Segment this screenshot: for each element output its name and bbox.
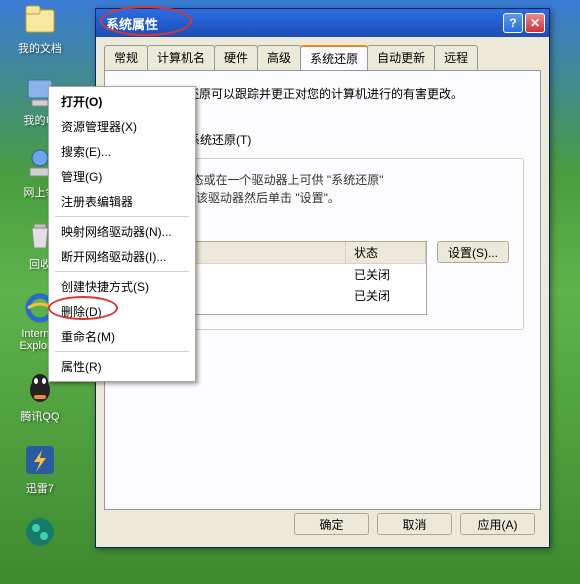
ctx-shortcut[interactable]: 创建快捷方式(S)	[51, 274, 193, 299]
tab-remote[interactable]: 远程	[434, 45, 478, 70]
ctx-explorer[interactable]: 资源管理器(X)	[51, 114, 193, 139]
ctx-open[interactable]: 打开(O)	[51, 89, 193, 114]
ctx-map-drive[interactable]: 映射网络驱动器(N)...	[51, 219, 193, 244]
ctx-search[interactable]: 搜索(E)...	[51, 139, 193, 164]
apply-button[interactable]: 应用(A)	[460, 513, 535, 535]
my-documents-icon[interactable]: 我的文档	[10, 2, 70, 56]
dialog-buttons: 确定 取消 应用(A)	[294, 513, 535, 535]
titlebar[interactable]: 系统属性 ? ✕	[96, 9, 549, 37]
ctx-delete[interactable]: 删除(D)	[51, 299, 193, 324]
drive-settings-button[interactable]: 设置(S)...	[437, 241, 509, 263]
tab-system-restore[interactable]: 系统还原	[300, 45, 368, 70]
ok-button[interactable]: 确定	[294, 513, 369, 535]
media-icon[interactable]	[10, 514, 70, 552]
ctx-disconnect-drive[interactable]: 断开网络驱动器(I)...	[51, 244, 193, 269]
tab-auto-update[interactable]: 自动更新	[367, 45, 435, 70]
tab-bar: 常规 计算机名 硬件 高级 系统还原 自动更新 远程	[104, 45, 541, 70]
cancel-button[interactable]: 取消	[377, 513, 452, 535]
ctx-properties[interactable]: 属性(R)	[51, 354, 193, 379]
col-status-header[interactable]: 状态	[346, 242, 426, 263]
window-title: 系统属性	[106, 14, 158, 33]
tab-hardware[interactable]: 硬件	[214, 45, 258, 70]
ctx-regedit[interactable]: 注册表编辑器	[51, 189, 193, 214]
ctx-sep	[55, 351, 189, 352]
tab-advanced[interactable]: 高级	[257, 45, 301, 70]
ctx-manage[interactable]: 管理(G)	[51, 164, 193, 189]
context-menu: 打开(O) 资源管理器(X) 搜索(E)... 管理(G) 注册表编辑器 映射网…	[48, 86, 196, 382]
ctx-sep	[55, 271, 189, 272]
tab-computer-name[interactable]: 计算机名	[147, 45, 215, 70]
xunlei-icon[interactable]: 迅雷7	[10, 442, 70, 496]
ctx-rename[interactable]: 重命名(M)	[51, 324, 193, 349]
restore-description: 系统还原可以跟踪并更正对您的计算机进行的有害更改。	[163, 85, 463, 102]
tab-general[interactable]: 常规	[104, 45, 148, 70]
help-button[interactable]: ?	[503, 13, 523, 33]
ctx-sep	[55, 216, 189, 217]
close-button[interactable]: ✕	[525, 13, 545, 33]
